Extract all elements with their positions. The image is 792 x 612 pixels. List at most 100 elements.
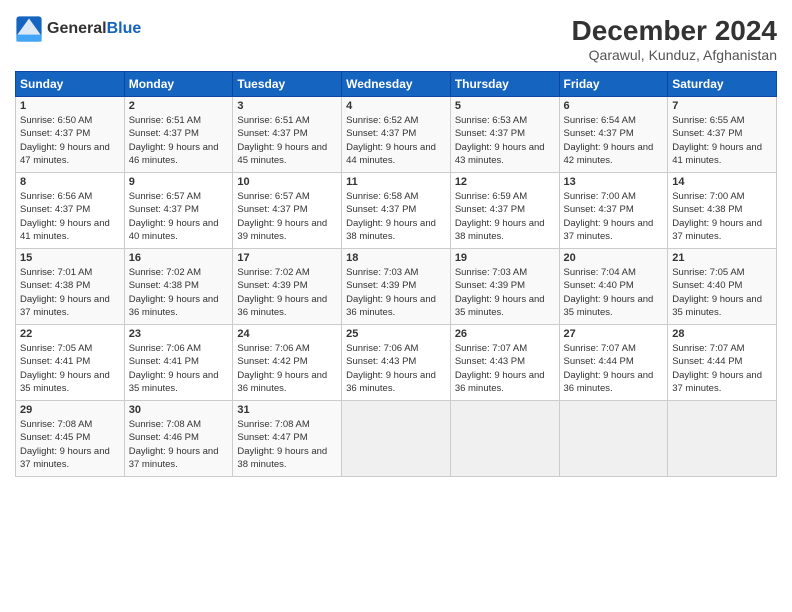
- day-number: 24: [237, 328, 337, 340]
- page: GeneralBlue December 2024 Qarawul, Kundu…: [0, 0, 792, 612]
- day-info: Sunrise: 6:59 AMSunset: 4:37 PMDaylight:…: [455, 190, 555, 243]
- day-number: 23: [129, 328, 229, 340]
- day-info: Sunrise: 7:07 AMSunset: 4:44 PMDaylight:…: [564, 342, 664, 395]
- day-number: 12: [455, 176, 555, 188]
- day-info: Sunrise: 7:07 AMSunset: 4:44 PMDaylight:…: [672, 342, 772, 395]
- day-number: 7: [672, 100, 772, 112]
- table-row: 16 Sunrise: 7:02 AMSunset: 4:38 PMDayligh…: [124, 249, 233, 325]
- day-number: 5: [455, 100, 555, 112]
- day-info: Sunrise: 7:04 AMSunset: 4:40 PMDaylight:…: [564, 266, 664, 319]
- day-number: 21: [672, 252, 772, 264]
- col-wednesday: Wednesday: [342, 72, 451, 97]
- table-row: 27 Sunrise: 7:07 AMSunset: 4:44 PMDayligh…: [559, 325, 668, 401]
- day-number: 6: [564, 100, 664, 112]
- day-number: 18: [346, 252, 446, 264]
- day-number: 15: [20, 252, 120, 264]
- day-number: 17: [237, 252, 337, 264]
- table-row: 25 Sunrise: 7:06 AMSunset: 4:43 PMDayligh…: [342, 325, 451, 401]
- day-number: 4: [346, 100, 446, 112]
- table-row: 13Sunrise: 7:00 AMSunset: 4:37 PMDayligh…: [559, 173, 668, 249]
- table-row: 19Sunrise: 7:03 AMSunset: 4:39 PMDayligh…: [450, 249, 559, 325]
- day-info: Sunrise: 7:06 AMSunset: 4:41 PMDaylight:…: [129, 342, 229, 395]
- table-row: 1 Sunrise: 6:50 AMSunset: 4:37 PMDaylight…: [16, 97, 125, 173]
- day-info: Sunrise: 6:53 AMSunset: 4:37 PMDaylight:…: [455, 114, 555, 167]
- day-number: 22: [20, 328, 120, 340]
- col-thursday: Thursday: [450, 72, 559, 97]
- day-number: 3: [237, 100, 337, 112]
- col-tuesday: Tuesday: [233, 72, 342, 97]
- logo-icon: [15, 15, 43, 43]
- day-info: Sunrise: 7:01 AMSunset: 4:38 PMDaylight:…: [20, 266, 120, 319]
- day-number: 30: [129, 404, 229, 416]
- table-row: 9Sunrise: 6:57 AMSunset: 4:37 PMDaylight…: [124, 173, 233, 249]
- table-row: 15 Sunrise: 7:01 AMSunset: 4:38 PMDayligh…: [16, 249, 125, 325]
- day-info: Sunrise: 7:07 AMSunset: 4:43 PMDaylight:…: [455, 342, 555, 395]
- day-number: 19: [455, 252, 555, 264]
- title-block: December 2024 Qarawul, Kunduz, Afghanist…: [572, 15, 777, 63]
- day-info: Sunrise: 7:05 AMSunset: 4:41 PMDaylight:…: [20, 342, 120, 395]
- col-monday: Monday: [124, 72, 233, 97]
- day-number: 11: [346, 176, 446, 188]
- day-info: Sunrise: 6:56 AMSunset: 4:37 PMDaylight:…: [20, 190, 120, 243]
- day-info: Sunrise: 7:08 AMSunset: 4:45 PMDaylight:…: [20, 418, 120, 471]
- day-info: Sunrise: 7:02 AMSunset: 4:38 PMDaylight:…: [129, 266, 229, 319]
- table-row: 31Sunrise: 7:08 AMSunset: 4:47 PMDayligh…: [233, 401, 342, 477]
- day-number: 28: [672, 328, 772, 340]
- calendar-week-4: 22 Sunrise: 7:05 AMSunset: 4:41 PMDayligh…: [16, 325, 777, 401]
- day-info: Sunrise: 6:52 AMSunset: 4:37 PMDaylight:…: [346, 114, 446, 167]
- day-number: 2: [129, 100, 229, 112]
- table-row: 3 Sunrise: 6:51 AMSunset: 4:37 PMDaylight…: [233, 97, 342, 173]
- day-number: 29: [20, 404, 120, 416]
- table-row: 26 Sunrise: 7:07 AMSunset: 4:43 PMDayligh…: [450, 325, 559, 401]
- day-info: Sunrise: 7:00 AMSunset: 4:37 PMDaylight:…: [564, 190, 664, 243]
- table-row: 2Sunrise: 6:51 AMSunset: 4:37 PMDaylight…: [124, 97, 233, 173]
- calendar-table: Sunday Monday Tuesday Wednesday Thursday…: [15, 71, 777, 477]
- table-row: 20 Sunrise: 7:04 AMSunset: 4:40 PMDayligh…: [559, 249, 668, 325]
- table-row: 17 Sunrise: 7:02 AMSunset: 4:39 PMDayligh…: [233, 249, 342, 325]
- calendar-week-5: 29 Sunrise: 7:08 AMSunset: 4:45 PMDayligh…: [16, 401, 777, 477]
- day-number: 16: [129, 252, 229, 264]
- table-row: [559, 401, 668, 477]
- table-row: 21Sunrise: 7:05 AMSunset: 4:40 PMDayligh…: [668, 249, 777, 325]
- table-row: 6 Sunrise: 6:54 AMSunset: 4:37 PMDaylight…: [559, 97, 668, 173]
- month-year: December 2024: [572, 15, 777, 47]
- col-sunday: Sunday: [16, 72, 125, 97]
- day-number: 25: [346, 328, 446, 340]
- table-row: 23 Sunrise: 7:06 AMSunset: 4:41 PMDayligh…: [124, 325, 233, 401]
- day-number: 26: [455, 328, 555, 340]
- day-info: Sunrise: 7:02 AMSunset: 4:39 PMDaylight:…: [237, 266, 337, 319]
- table-row: 14Sunrise: 7:00 AMSunset: 4:38 PMDayligh…: [668, 173, 777, 249]
- day-info: Sunrise: 6:57 AMSunset: 4:37 PMDaylight:…: [129, 190, 229, 243]
- day-number: 31: [237, 404, 337, 416]
- table-row: 4 Sunrise: 6:52 AMSunset: 4:37 PMDaylight…: [342, 97, 451, 173]
- day-info: Sunrise: 6:51 AMSunset: 4:37 PMDaylight:…: [237, 114, 337, 167]
- day-info: Sunrise: 7:06 AMSunset: 4:42 PMDaylight:…: [237, 342, 337, 395]
- day-info: Sunrise: 6:54 AMSunset: 4:37 PMDaylight:…: [564, 114, 664, 167]
- logo-blue: Blue: [107, 20, 142, 37]
- table-row: 22 Sunrise: 7:05 AMSunset: 4:41 PMDayligh…: [16, 325, 125, 401]
- table-row: [450, 401, 559, 477]
- day-number: 27: [564, 328, 664, 340]
- day-info: Sunrise: 6:50 AMSunset: 4:37 PMDaylight:…: [20, 114, 120, 167]
- day-info: Sunrise: 6:57 AMSunset: 4:37 PMDaylight:…: [237, 190, 337, 243]
- day-number: 20: [564, 252, 664, 264]
- table-row: 5 Sunrise: 6:53 AMSunset: 4:37 PMDaylight…: [450, 97, 559, 173]
- table-row: 7Sunrise: 6:55 AMSunset: 4:37 PMDaylight…: [668, 97, 777, 173]
- table-row: 30Sunrise: 7:08 AMSunset: 4:46 PMDayligh…: [124, 401, 233, 477]
- table-row: 28 Sunrise: 7:07 AMSunset: 4:44 PMDayligh…: [668, 325, 777, 401]
- header-row: Sunday Monday Tuesday Wednesday Thursday…: [16, 72, 777, 97]
- location: Qarawul, Kunduz, Afghanistan: [572, 47, 777, 63]
- table-row: 10Sunrise: 6:57 AMSunset: 4:37 PMDayligh…: [233, 173, 342, 249]
- calendar-week-3: 15 Sunrise: 7:01 AMSunset: 4:38 PMDayligh…: [16, 249, 777, 325]
- calendar-week-2: 8Sunrise: 6:56 AMSunset: 4:37 PMDaylight…: [16, 173, 777, 249]
- logo-text: GeneralBlue: [47, 20, 141, 38]
- day-number: 1: [20, 100, 120, 112]
- day-info: Sunrise: 7:00 AMSunset: 4:38 PMDaylight:…: [672, 190, 772, 243]
- col-friday: Friday: [559, 72, 668, 97]
- table-row: 11 Sunrise: 6:58 AMSunset: 4:37 PMDayligh…: [342, 173, 451, 249]
- table-row: 29 Sunrise: 7:08 AMSunset: 4:45 PMDayligh…: [16, 401, 125, 477]
- table-row: [668, 401, 777, 477]
- day-info: Sunrise: 7:06 AMSunset: 4:43 PMDaylight:…: [346, 342, 446, 395]
- day-info: Sunrise: 7:03 AMSunset: 4:39 PMDaylight:…: [346, 266, 446, 319]
- day-info: Sunrise: 6:58 AMSunset: 4:37 PMDaylight:…: [346, 190, 446, 243]
